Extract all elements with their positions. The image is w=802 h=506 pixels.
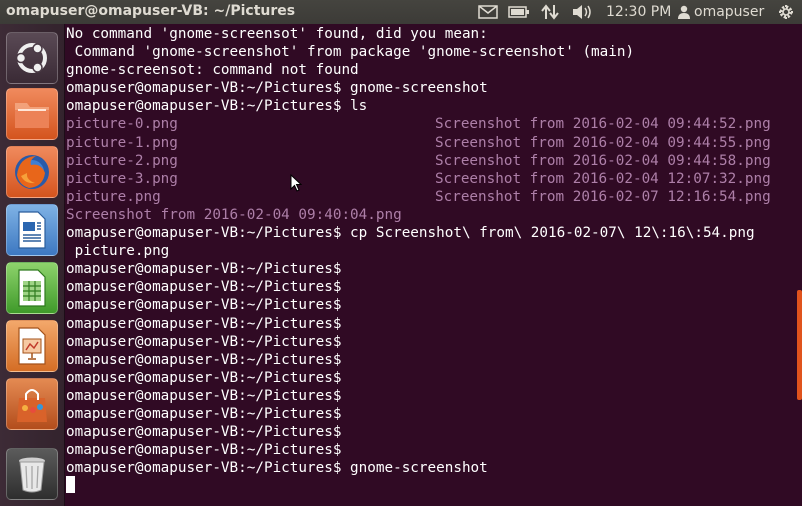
terminal-line: No command 'gnome-screensot' found, did …: [66, 26, 488, 42]
dash-button[interactable]: [6, 32, 58, 84]
ls-file: picture-1.png: [66, 134, 178, 151]
terminal-prompt-line: omapuser@omapuser-VB:~/Pictures$: [66, 333, 342, 350]
terminal-prompt-line: omapuser@omapuser-VB:~/Pictures$: [66, 442, 342, 459]
ls-file: picture-2.png: [66, 152, 178, 169]
presentation-icon: [18, 327, 46, 365]
terminal-output: No command 'gnome-screensot' found, did …: [66, 25, 771, 477]
ls-row: picture-0.png Screenshot from 2016-02-04 …: [66, 115, 771, 133]
terminal-prompt-line: omapuser@omapuser-VB:~/Pictures$: [66, 351, 342, 368]
clock[interactable]: 12:30 PM: [606, 4, 671, 20]
terminal-prompt-line: omapuser@omapuser-VB:~/Pictures$: [66, 279, 342, 296]
terminal-prompt-line: omapuser@omapuser-VB:~/Pictures$ gnome-s…: [66, 460, 488, 477]
launcher: [0, 24, 65, 506]
terminal-prompt-line: omapuser@omapuser-VB:~/Pictures$: [66, 315, 342, 332]
terminal-prompt-line: omapuser@omapuser-VB:~/Pictures$: [66, 387, 342, 404]
terminal[interactable]: No command 'gnome-screensot' found, did …: [65, 24, 802, 506]
terminal-prompt-line: omapuser@omapuser-VB:~/Pictures$: [66, 424, 342, 441]
ls-file: Screenshot from 2016-02-04 09:40:04.png: [66, 206, 402, 223]
terminal-line: Command 'gnome-screenshot' from package …: [66, 44, 635, 61]
user-menu[interactable]: omapuser: [678, 4, 764, 20]
ls-row: picture-3.png Screenshot from 2016-02-04 …: [66, 170, 771, 188]
text-cursor: [66, 476, 75, 493]
terminal-scrollbar[interactable]: [797, 290, 802, 400]
volume-icon[interactable]: [572, 0, 594, 24]
ls-file: picture-3.png: [66, 170, 178, 187]
battery-icon[interactable]: [508, 0, 530, 24]
mouse-pointer-icon: [290, 173, 303, 196]
firefox-button[interactable]: [6, 146, 58, 198]
firefox-icon: [15, 155, 49, 189]
shopping-bag-icon: [17, 389, 47, 422]
terminal-line: picture.png: [66, 243, 170, 260]
ls-row: picture-2.png Screenshot from 2016-02-04 …: [66, 152, 771, 170]
terminal-line: omapuser@omapuser-VB:~/Pictures$ cp Scre…: [66, 225, 755, 242]
calc-button[interactable]: [6, 262, 58, 314]
ls-file: picture.png: [66, 188, 161, 205]
document-icon: [18, 211, 46, 249]
ls-file: Screenshot from 2016-02-04 09:44:52.png: [435, 116, 771, 133]
ls-file: picture-0.png: [66, 116, 178, 133]
network-icon[interactable]: [541, 0, 559, 24]
impress-button[interactable]: [6, 320, 58, 372]
window-title: omapuser@omapuser-VB: ~/Pictures: [6, 3, 296, 19]
ls-file: Screenshot from 2016-02-04 09:44:55.png: [435, 134, 771, 151]
ls-file: Screenshot from 2016-02-04 12:07:32.png: [435, 170, 771, 187]
ls-row: picture.png Screenshot from 2016-02-07 12…: [66, 188, 771, 206]
terminal-prompt-line: omapuser@omapuser-VB:~/Pictures$: [66, 369, 342, 386]
top-panel: omapuser@omapuser-VB: ~/Pictures 12:30 P…: [0, 0, 802, 24]
ls-file: Screenshot from 2016-02-07 12:16:54.png: [435, 188, 771, 205]
mail-icon[interactable]: [478, 0, 498, 24]
terminal-prompt-line: omapuser@omapuser-VB:~/Pictures$: [66, 297, 342, 314]
terminal-prompt-line: omapuser@omapuser-VB:~/Pictures$: [66, 405, 342, 422]
ls-file: Screenshot from 2016-02-04 09:44:58.png: [435, 152, 771, 169]
gear-icon[interactable]: [778, 4, 794, 24]
ubuntu-logo-icon: [15, 43, 47, 73]
terminal-line: omapuser@omapuser-VB:~/Pictures$ ls: [66, 98, 368, 115]
folder-icon: [15, 103, 49, 128]
terminal-line: omapuser@omapuser-VB:~/Pictures$ gnome-s…: [66, 80, 488, 97]
terminal-prompt-line: omapuser@omapuser-VB:~/Pictures$: [66, 261, 342, 278]
user-name: omapuser: [694, 4, 765, 20]
writer-button[interactable]: [6, 204, 58, 256]
software-center-button[interactable]: [6, 378, 58, 430]
spreadsheet-icon: [18, 269, 46, 307]
ls-row: picture-1.png Screenshot from 2016-02-04 …: [66, 134, 771, 152]
trash-icon: [19, 457, 45, 493]
files-button[interactable]: [6, 88, 58, 140]
user-icon: [678, 5, 690, 19]
trash-button[interactable]: [6, 448, 58, 500]
terminal-line: gnome-screensot: command not found: [66, 62, 359, 79]
